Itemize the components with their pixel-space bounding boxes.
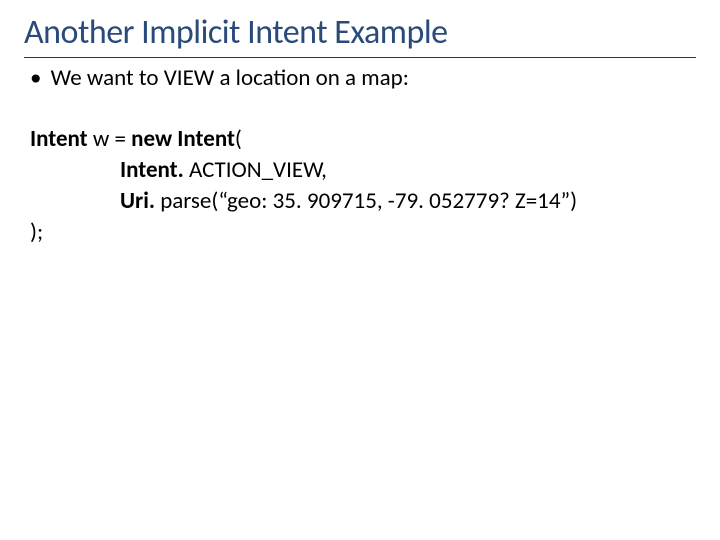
bullet-item: • We want to VIEW a location on a map: xyxy=(30,64,696,92)
code-text: parse(“geo: 35. 909715, -79. 052779? Z=1… xyxy=(160,187,577,215)
code-line-4: ); xyxy=(30,217,696,248)
bullet-text: We want to VIEW a location on a map: xyxy=(51,64,409,92)
code-line-3: Uri. parse(“geo: 35. 909715, -79. 052779… xyxy=(30,186,696,217)
code-text: w = xyxy=(93,125,131,153)
code-text: ACTION_VIEW, xyxy=(189,156,327,184)
code-line-1: Intent w = new Intent( xyxy=(30,124,696,155)
slide-title: Another Implicit Intent Example xyxy=(24,12,696,58)
code-keyword: Intent xyxy=(30,125,93,153)
code-keyword: Intent. xyxy=(120,156,189,184)
code-keyword: Uri. xyxy=(120,187,160,215)
code-line-2: Intent. ACTION_VIEW, xyxy=(30,155,696,186)
code-block: Intent w = new Intent( Intent. ACTION_VI… xyxy=(30,124,696,248)
bullet-marker: • xyxy=(30,64,41,92)
code-keyword: new Intent xyxy=(131,125,235,153)
code-text: ( xyxy=(235,125,242,153)
